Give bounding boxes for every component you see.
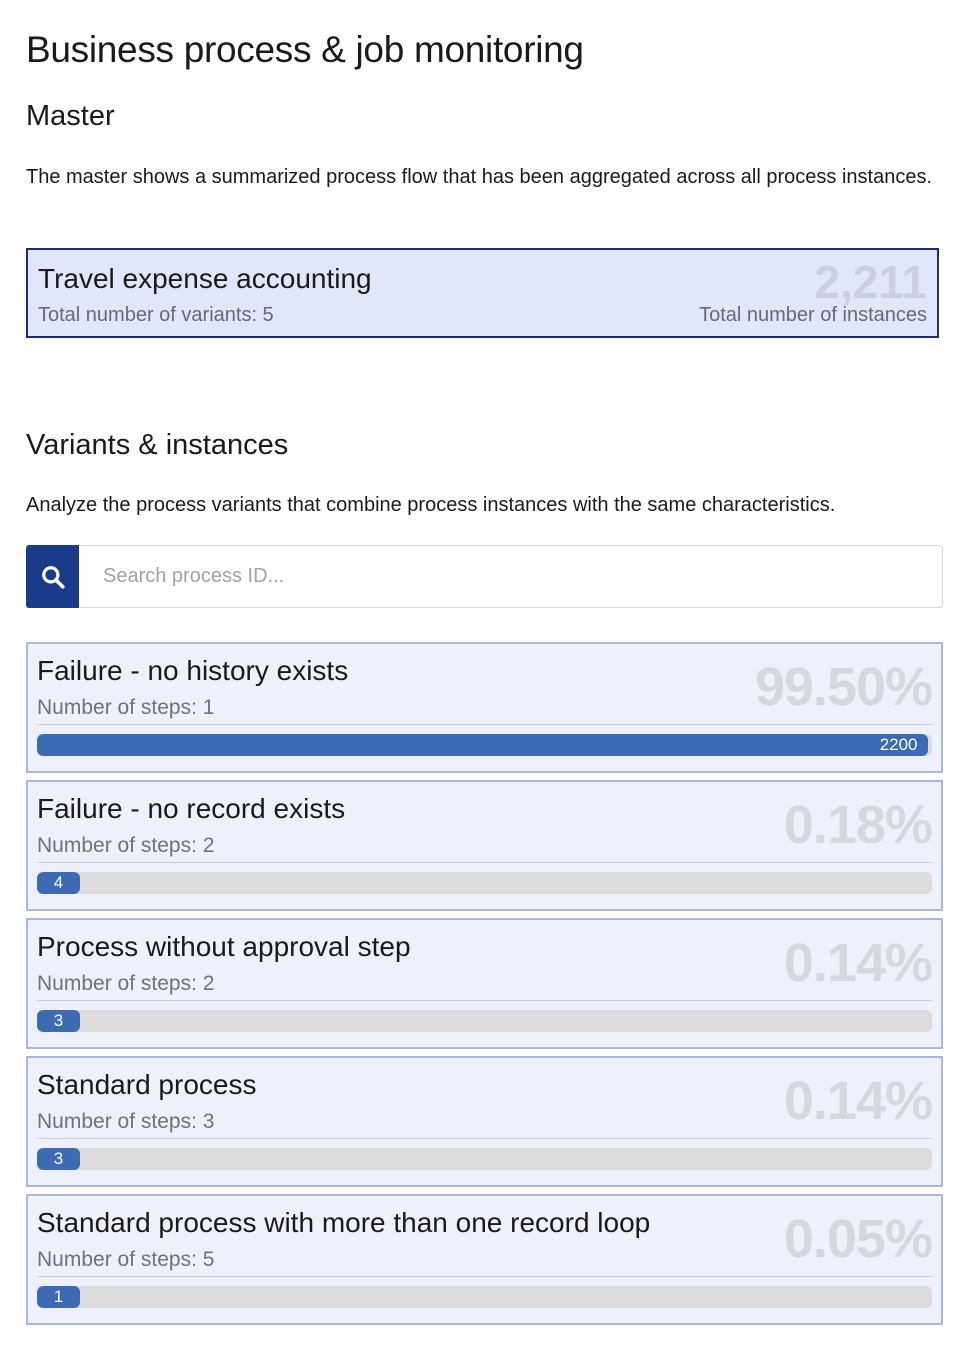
variant-divider <box>37 862 932 863</box>
variant-progress-bar: 2200 <box>37 734 932 756</box>
variant-card[interactable]: 0.05% Standard process with more than on… <box>26 1194 943 1325</box>
variant-progress-fill: 4 <box>37 872 80 894</box>
master-heading: Master <box>26 100 115 132</box>
variant-instance-count: 2200 <box>879 735 918 754</box>
variant-steps: Number of steps: 1 <box>37 696 215 719</box>
variants-description: Analyze the process variants that combin… <box>26 494 836 516</box>
variant-progress-fill: 3 <box>37 1010 80 1032</box>
variant-percent: 99.50% <box>754 657 933 717</box>
variant-steps: Number of steps: 2 <box>37 972 215 995</box>
variant-title: Failure - no history exists <box>37 655 349 686</box>
variant-instance-count: 3 <box>53 1149 64 1168</box>
variant-progress-bar: 3 <box>37 1148 932 1170</box>
search-button[interactable] <box>26 545 79 608</box>
variant-progress-bar: 4 <box>37 872 932 894</box>
search-process-id-input[interactable] <box>79 545 943 608</box>
variant-progress-bar: 1 <box>37 1286 932 1308</box>
total-variants-label: Total number of variants: 5 <box>38 304 274 326</box>
variant-card[interactable]: 0.18% Failure - no record exists Number … <box>26 780 943 911</box>
variant-title: Standard process with more than one reco… <box>37 1207 651 1238</box>
variant-card[interactable]: 0.14% Process without approval step Numb… <box>26 918 943 1049</box>
variant-divider <box>37 724 932 725</box>
variant-instance-count: 4 <box>53 873 64 892</box>
variant-instance-count: 1 <box>53 1287 64 1306</box>
variant-progress-fill: 3 <box>37 1148 80 1170</box>
total-instances-value: 2,211 <box>814 256 927 308</box>
variant-steps: Number of steps: 2 <box>37 834 215 857</box>
master-description: The master shows a summarized process fl… <box>26 166 932 188</box>
variant-steps: Number of steps: 3 <box>37 1110 215 1133</box>
search-icon <box>41 565 65 589</box>
total-instances-label: Total number of instances <box>699 304 927 326</box>
variant-title: Process without approval step <box>37 931 411 962</box>
variant-title: Standard process <box>37 1069 257 1100</box>
variant-title: Failure - no record exists <box>37 793 346 824</box>
search-bar <box>26 545 943 608</box>
variant-card[interactable]: 99.50% Failure - no history exists Numbe… <box>26 642 943 773</box>
variant-divider <box>37 1276 932 1277</box>
variants-heading: Variants & instances <box>26 429 289 461</box>
variant-percent: 0.14% <box>783 1071 933 1131</box>
variant-percent: 0.18% <box>783 795 933 855</box>
variant-card[interactable]: 0.14% Standard process Number of steps: … <box>26 1056 943 1187</box>
master-process-card[interactable]: 2,211 Travel expense accounting Total nu… <box>26 248 939 338</box>
variant-progress-bar: 3 <box>37 1010 932 1032</box>
variant-percent: 0.05% <box>783 1209 933 1269</box>
variant-divider <box>37 1000 932 1001</box>
variant-percent: 0.14% <box>783 933 933 993</box>
variant-steps: Number of steps: 5 <box>37 1248 215 1271</box>
variant-progress-fill: 1 <box>37 1286 80 1308</box>
page-title: Business process & job monitoring <box>26 29 584 70</box>
variant-progress-fill: 2200 <box>37 734 928 756</box>
master-process-title: Travel expense accounting <box>38 263 372 294</box>
variant-divider <box>37 1138 932 1139</box>
variant-instance-count: 3 <box>53 1011 64 1030</box>
